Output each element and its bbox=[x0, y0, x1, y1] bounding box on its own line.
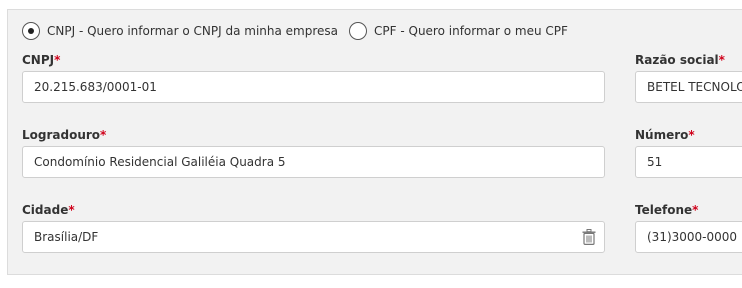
telefone-required-mark: * bbox=[692, 203, 699, 217]
cnpj-label: CNPJ* bbox=[22, 53, 60, 67]
logradouro-required-mark: * bbox=[100, 128, 107, 142]
radio-cnpj-label[interactable]: CNPJ - Quero informar o CNPJ da minha em… bbox=[47, 24, 338, 38]
telefone-label-text: Telefone bbox=[635, 203, 693, 217]
logradouro-label-text: Logradouro bbox=[22, 128, 101, 142]
telefone-input-value: (31)3000-0000 bbox=[647, 230, 738, 244]
telefone-input[interactable]: (31)3000-0000 bbox=[635, 221, 742, 253]
radio-option-cnpj[interactable]: CNPJ - Quero informar o CNPJ da minha em… bbox=[22, 22, 338, 40]
cidade-label: Cidade* bbox=[22, 203, 75, 217]
numero-input[interactable]: 51 bbox=[635, 146, 742, 178]
document-type-radio-group: CNPJ - Quero informar o CNPJ da minha em… bbox=[22, 21, 579, 41]
cidade-input[interactable]: Brasília/DF bbox=[22, 221, 605, 253]
razao-social-input[interactable]: BETEL TECNOLOGIA bbox=[635, 71, 742, 103]
razao-social-label-text: Razão social bbox=[635, 53, 719, 67]
logradouro-input[interactable]: Condomínio Residencial Galiléia Quadra 5 bbox=[22, 146, 605, 178]
cnpj-input-value: 20.215.683/0001-01 bbox=[34, 80, 157, 94]
numero-required-mark: * bbox=[688, 128, 695, 142]
radio-cnpj[interactable] bbox=[22, 22, 40, 40]
telefone-label: Telefone* bbox=[635, 203, 698, 217]
numero-input-value: 51 bbox=[647, 155, 663, 169]
trash-icon[interactable] bbox=[582, 229, 596, 245]
radio-cpf[interactable] bbox=[349, 22, 368, 40]
radio-option-cpf[interactable]: CPF - Quero informar o meu CPF bbox=[349, 22, 568, 40]
company-form-panel: CNPJ - Quero informar o CNPJ da minha em… bbox=[7, 9, 742, 275]
numero-label-text: Número bbox=[635, 128, 689, 142]
razao-social-input-value: BETEL TECNOLOGIA bbox=[647, 80, 742, 94]
radio-cpf-label[interactable]: CPF - Quero informar o meu CPF bbox=[374, 24, 568, 38]
cnpj-label-text: CNPJ bbox=[22, 53, 55, 67]
cidade-required-mark: * bbox=[68, 203, 75, 217]
cnpj-required-mark: * bbox=[54, 53, 61, 67]
numero-label: Número* bbox=[635, 128, 695, 142]
logradouro-input-value: Condomínio Residencial Galiléia Quadra 5 bbox=[34, 155, 286, 169]
cidade-label-text: Cidade bbox=[22, 203, 69, 217]
logradouro-label: Logradouro* bbox=[22, 128, 106, 142]
cidade-input-value: Brasília/DF bbox=[34, 230, 99, 244]
razao-social-label: Razão social* bbox=[635, 53, 725, 67]
cnpj-input[interactable]: 20.215.683/0001-01 bbox=[22, 71, 605, 103]
razao-social-required-mark: * bbox=[718, 53, 725, 67]
